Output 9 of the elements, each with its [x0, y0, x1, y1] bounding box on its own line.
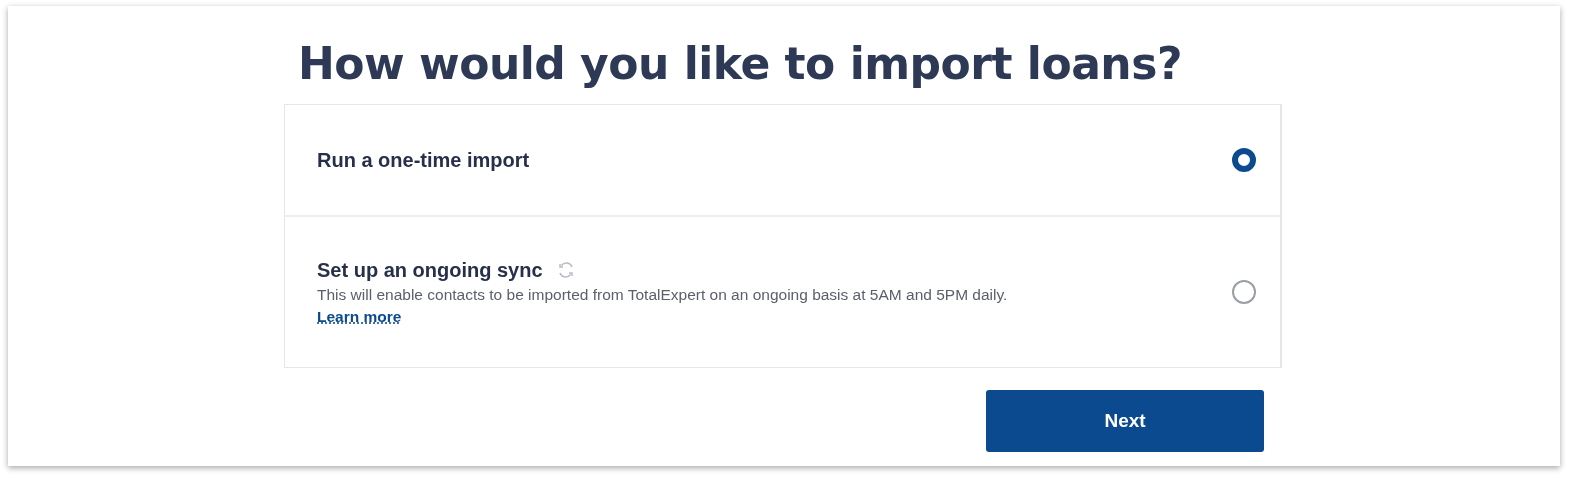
option-title: Run a one-time import: [317, 148, 530, 172]
option-title: Set up an ongoing sync: [317, 258, 543, 282]
next-button[interactable]: Next: [986, 390, 1264, 452]
radio-button[interactable]: [1232, 280, 1256, 304]
page-heading: How would you like to import loans?: [298, 37, 1183, 91]
radio-button[interactable]: [1232, 148, 1256, 172]
learn-more-link[interactable]: Learn more: [317, 307, 402, 326]
sync-icon: [556, 261, 575, 279]
option-description: This will enable contacts to be imported from TotalExpert on an ongoing basis at 5AM and 5PM daily.: [317, 285, 1009, 304]
